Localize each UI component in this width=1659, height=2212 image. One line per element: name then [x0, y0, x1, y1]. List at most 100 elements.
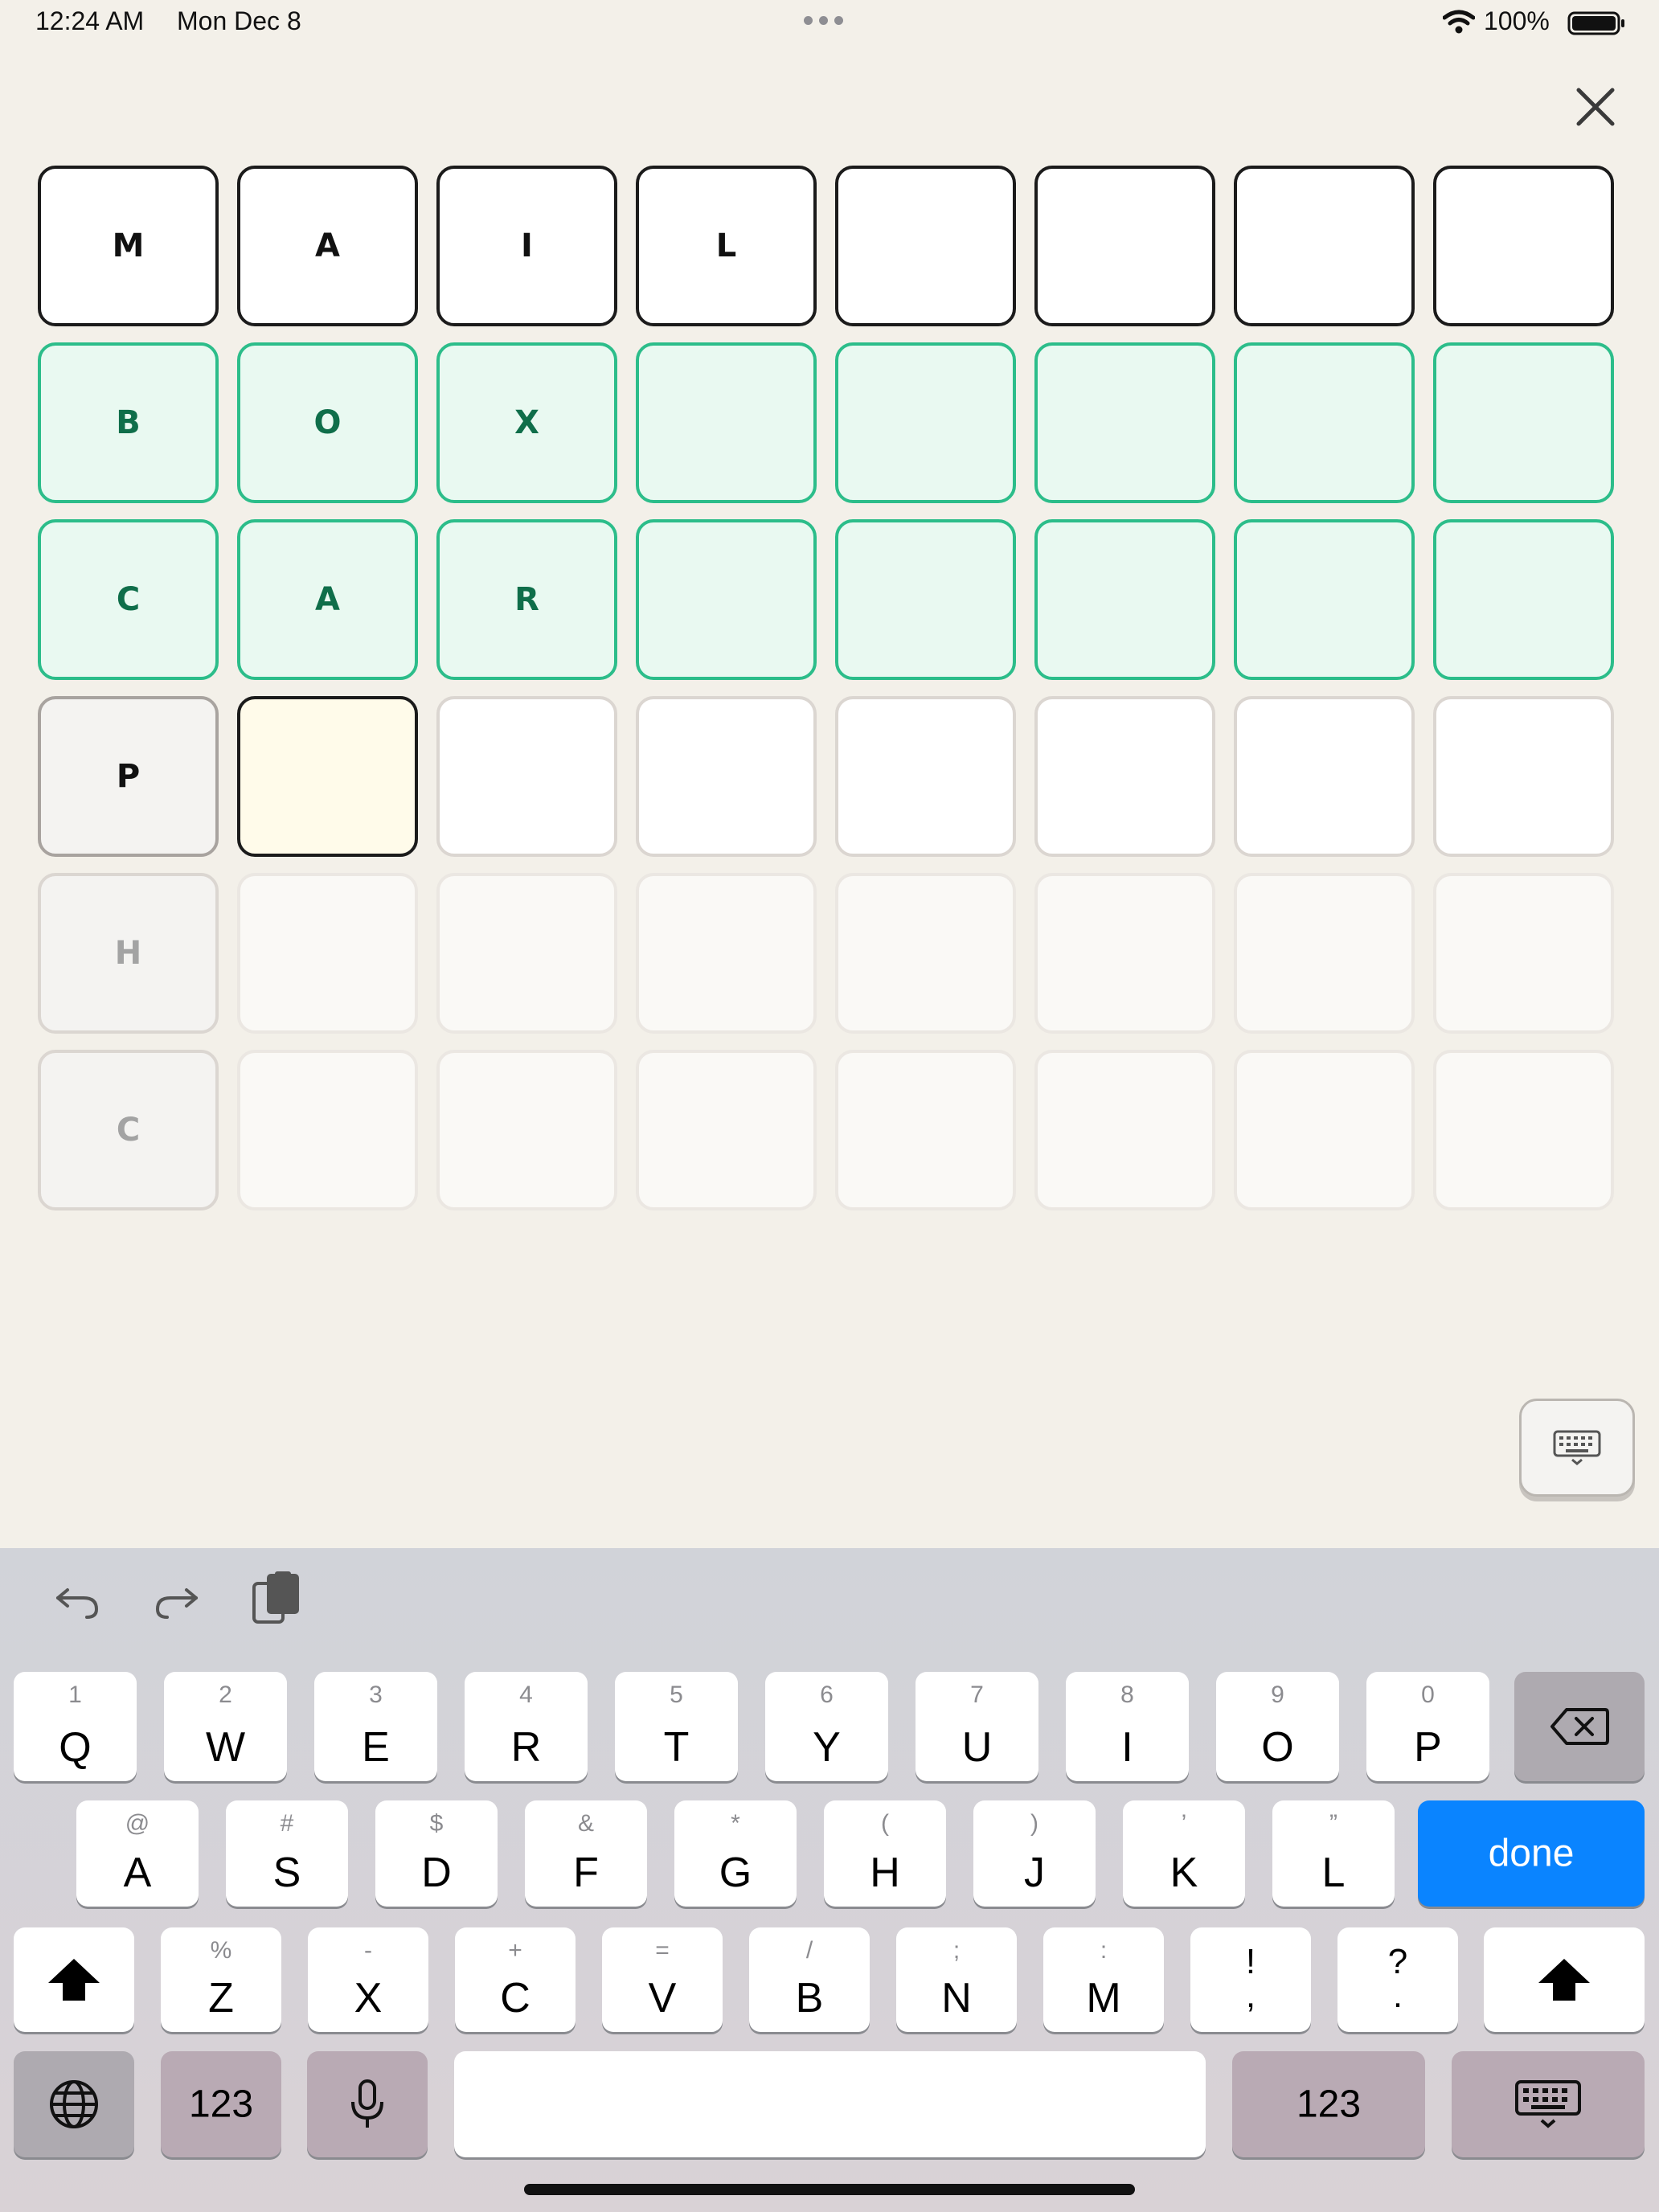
key-d[interactable]: $ D: [375, 1800, 498, 1907]
grid-cell[interactable]: [636, 696, 817, 857]
key-secondary-label: 0: [1421, 1682, 1435, 1708]
key-r[interactable]: 4R: [465, 1672, 588, 1781]
grid-cell[interactable]: B: [38, 342, 219, 503]
grid-cell[interactable]: [1034, 696, 1215, 857]
grid-cell[interactable]: [835, 166, 1016, 326]
key-y[interactable]: 6Y: [765, 1672, 888, 1781]
grid-cell[interactable]: L: [636, 166, 817, 326]
grid-cell[interactable]: P: [38, 696, 219, 857]
grid-cell[interactable]: [1433, 519, 1614, 680]
key-i[interactable]: 8I: [1066, 1672, 1189, 1781]
key-label: G: [719, 1849, 752, 1896]
grid-cell[interactable]: [1234, 873, 1415, 1034]
multitasking-dots-icon[interactable]: [804, 16, 843, 25]
grid-cell[interactable]: [636, 873, 817, 1034]
done-key[interactable]: done: [1418, 1800, 1645, 1907]
key-p[interactable]: 0P: [1366, 1672, 1489, 1781]
grid-cell[interactable]: [237, 873, 418, 1034]
key-c[interactable]: + C: [455, 1927, 576, 2032]
key-m[interactable]: :M: [1043, 1927, 1164, 2032]
key-h[interactable]: (H: [824, 1800, 946, 1907]
key-b[interactable]: / B: [749, 1927, 870, 2032]
grid-cell[interactable]: [436, 696, 617, 857]
grid-cell[interactable]: I: [436, 166, 617, 326]
key-g[interactable]: * G: [674, 1800, 797, 1907]
grid-cell[interactable]: [436, 1050, 617, 1210]
grid-cell[interactable]: [1433, 873, 1614, 1034]
grid-cell[interactable]: [237, 1050, 418, 1210]
grid-cell[interactable]: [636, 1050, 817, 1210]
key-secondary-label: ’: [1181, 1810, 1187, 1837]
redo-button[interactable]: [151, 1572, 203, 1624]
dismiss-keyboard-key[interactable]: [1452, 2051, 1645, 2157]
numbers-key-right[interactable]: 123: [1232, 2051, 1425, 2157]
grid-cell[interactable]: [636, 342, 817, 503]
shift-left-key[interactable]: [14, 1927, 134, 2032]
grid-cell[interactable]: O: [237, 342, 418, 503]
key-e[interactable]: 3E: [314, 1672, 437, 1781]
grid-cell[interactable]: [1234, 166, 1415, 326]
dictation-key[interactable]: [307, 2051, 428, 2157]
key-k[interactable]: ’ K: [1123, 1800, 1245, 1907]
grid-cell[interactable]: [835, 873, 1016, 1034]
grid-cell[interactable]: A: [237, 519, 418, 680]
key-n[interactable]: ; N: [896, 1927, 1017, 2032]
grid-cell[interactable]: M: [38, 166, 219, 326]
grid-cell[interactable]: [1234, 1050, 1415, 1210]
grid-cell[interactable]: [1234, 342, 1415, 503]
globe-key[interactable]: [14, 2051, 134, 2157]
microphone-icon: [351, 2079, 383, 2128]
grid-cell[interactable]: [1034, 342, 1215, 503]
key-secondary-label: 2: [219, 1682, 232, 1708]
grid-cell[interactable]: [636, 519, 817, 680]
grid-cell[interactable]: [1034, 166, 1215, 326]
grid-cell[interactable]: C: [38, 519, 219, 680]
key-f[interactable]: & F: [525, 1800, 647, 1907]
backspace-key[interactable]: [1514, 1672, 1645, 1781]
key-label: C: [500, 1975, 530, 2022]
grid-cell[interactable]: [1433, 342, 1614, 503]
grid-cell[interactable]: C: [38, 1050, 219, 1210]
shift-right-key[interactable]: [1484, 1927, 1645, 2032]
space-key[interactable]: [454, 2051, 1206, 2157]
key-j[interactable]: ) J: [973, 1800, 1096, 1907]
key-t[interactable]: 5T: [615, 1672, 738, 1781]
key-z[interactable]: % Z: [161, 1927, 281, 2032]
toggle-keyboard-button[interactable]: [1519, 1399, 1635, 1497]
grid-cell[interactable]: [1034, 519, 1215, 680]
key-label: K: [1169, 1849, 1198, 1896]
grid-cell[interactable]: [1034, 873, 1215, 1034]
grid-cell[interactable]: [1433, 1050, 1614, 1210]
key-l[interactable]: ” L: [1272, 1800, 1395, 1907]
numbers-key-left[interactable]: 123: [161, 2051, 281, 2157]
grid-cell[interactable]: [1433, 696, 1614, 857]
key-secondary-label: @: [125, 1810, 150, 1837]
grid-cell[interactable]: X: [436, 342, 617, 503]
key-x[interactable]: -X: [308, 1927, 428, 2032]
grid-cell[interactable]: A: [237, 166, 418, 326]
grid-cell[interactable]: R: [436, 519, 617, 680]
grid-cell[interactable]: [1034, 1050, 1215, 1210]
grid-cell[interactable]: [835, 519, 1016, 680]
close-button[interactable]: [1567, 79, 1624, 135]
key-s[interactable]: # S: [226, 1800, 348, 1907]
key-a[interactable]: @ A: [76, 1800, 199, 1907]
key-u[interactable]: 7U: [916, 1672, 1038, 1781]
grid-cell[interactable]: [835, 1050, 1016, 1210]
key-w[interactable]: 2W: [164, 1672, 287, 1781]
exclamation-comma-key[interactable]: !,: [1190, 1927, 1311, 2032]
key-o[interactable]: 9O: [1216, 1672, 1339, 1781]
undo-button[interactable]: [51, 1572, 103, 1624]
grid-cell[interactable]: [436, 873, 617, 1034]
grid-cell-active[interactable]: [237, 696, 418, 857]
key-v[interactable]: = V: [602, 1927, 723, 2032]
grid-cell[interactable]: [835, 342, 1016, 503]
grid-cell[interactable]: [835, 696, 1016, 857]
grid-cell[interactable]: [1433, 166, 1614, 326]
key-q[interactable]: 1Q: [14, 1672, 137, 1781]
grid-cell[interactable]: [1234, 519, 1415, 680]
grid-cell[interactable]: [1234, 696, 1415, 857]
paste-button[interactable]: [251, 1571, 304, 1627]
grid-cell[interactable]: H: [38, 873, 219, 1034]
question-period-key[interactable]: ?.: [1337, 1927, 1458, 2032]
